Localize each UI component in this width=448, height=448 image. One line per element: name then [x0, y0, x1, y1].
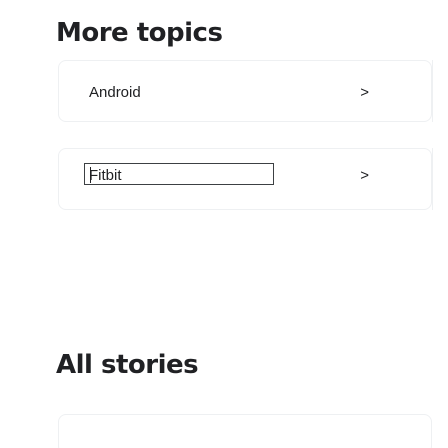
- story-card[interactable]: [58, 414, 432, 448]
- topic-card-fitbit[interactable]: Fitbit >: [58, 148, 432, 210]
- next-card-edge[interactable]: [432, 148, 448, 210]
- all-stories-heading: All stories: [56, 350, 199, 380]
- next-card-edge[interactable]: [432, 60, 448, 122]
- topic-label-fitbit: Fitbit: [89, 167, 122, 184]
- topic-label-android: Android: [89, 84, 141, 101]
- more-topics-heading: More topics: [56, 18, 223, 48]
- page: More topics Android > Fitbit > All stori…: [0, 0, 448, 448]
- chevron-right-icon: >: [360, 167, 369, 184]
- topic-card-android[interactable]: Android >: [58, 60, 432, 122]
- chevron-right-icon: >: [360, 84, 369, 101]
